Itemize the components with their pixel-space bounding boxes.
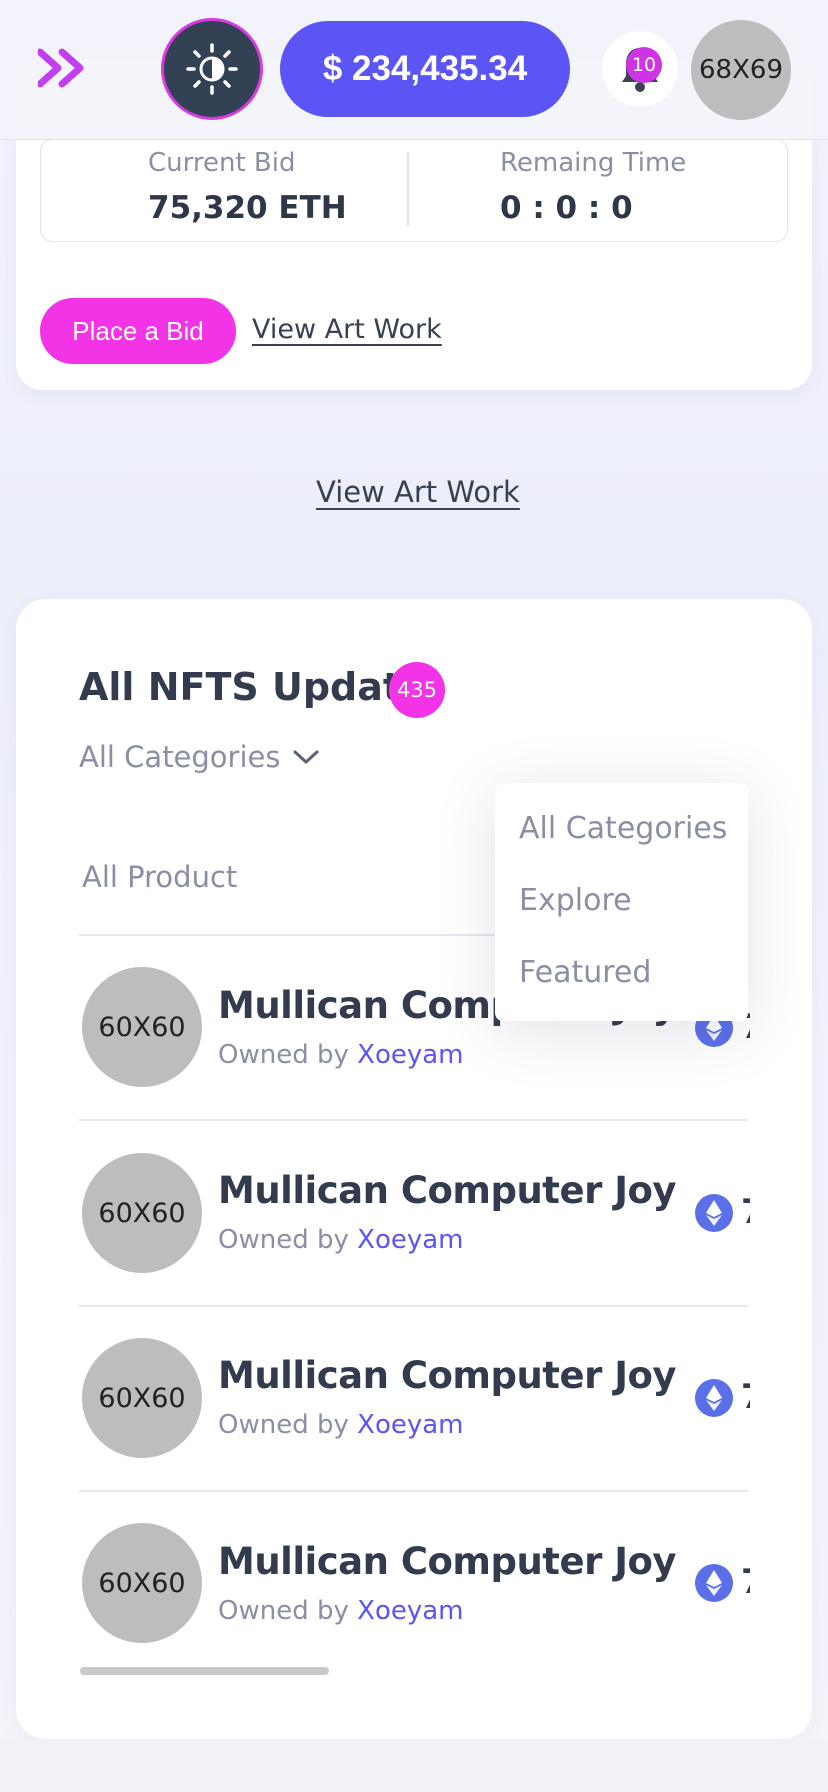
nft-owner-line: Owned by Xoeyam (218, 1596, 464, 1626)
nft-owner-line: Owned by Xoeyam (218, 1410, 464, 1440)
owner-link[interactable]: Xoeyam (357, 1225, 463, 1255)
remaining-time-value: 0 : 0 : 0 (500, 190, 633, 226)
nft-name: Mullican Computer Joy (218, 1354, 677, 1397)
tab-all-product[interactable]: All Product (82, 860, 237, 894)
nft-price: 7 (741, 1562, 750, 1602)
owner-link[interactable]: Xoeyam (357, 1040, 463, 1070)
nft-count-badge: 435 (389, 662, 445, 718)
owner-link[interactable]: Xoeyam (357, 1596, 463, 1626)
view-art-work-center-link[interactable]: View Art Work (316, 475, 520, 509)
nft-section-title: All NFTS Update (79, 665, 427, 709)
view-art-work-link[interactable]: View Art Work (252, 314, 442, 345)
wallet-balance-button[interactable]: $ 234,435.34 (280, 21, 570, 117)
category-dropdown-menu: All Categories Explore Featured (495, 783, 748, 1021)
horizontal-scrollbar[interactable] (80, 1667, 329, 1675)
dropdown-option-featured[interactable]: Featured (519, 955, 651, 990)
category-select[interactable]: All Categories (79, 740, 319, 774)
nft-owner-line: Owned by Xoeyam (218, 1040, 464, 1070)
nft-avatar: 60X60 (82, 1338, 202, 1458)
place-bid-button[interactable]: Place a Bid (40, 298, 236, 364)
nft-avatar: 60X60 (82, 1523, 202, 1643)
top-header: $ 234,435.34 10 68X69 (0, 0, 828, 140)
owner-link[interactable]: Xoeyam (357, 1410, 463, 1440)
row-divider (79, 1490, 748, 1492)
nft-price: 7 (741, 1192, 750, 1232)
dropdown-option-all-categories[interactable]: All Categories (519, 811, 727, 846)
nft-price: 7 (741, 1377, 750, 1417)
row-divider (79, 1119, 748, 1121)
bottom-area (0, 1740, 828, 1792)
owned-by-label: Owned by (218, 1040, 349, 1070)
bid-divider (407, 152, 409, 226)
category-select-label: All Categories (79, 740, 281, 774)
nft-name: Mullican Computer Joy (218, 1540, 677, 1583)
ethereum-icon (695, 1194, 733, 1232)
chevrons-right-icon[interactable] (38, 48, 92, 88)
notification-count-badge: 10 (626, 47, 662, 83)
current-bid-value: 75,320 ETH (148, 190, 347, 226)
current-bid-label: Current Bid (148, 148, 296, 178)
ethereum-icon (695, 1379, 733, 1417)
ethereum-icon (695, 1564, 733, 1602)
remaining-time-label: Remaing Time (500, 148, 687, 178)
nft-avatar: 60X60 (82, 967, 202, 1087)
chevron-down-icon (293, 750, 318, 764)
user-avatar[interactable]: 68X69 (691, 20, 791, 120)
dropdown-option-explore[interactable]: Explore (519, 883, 632, 918)
owned-by-label: Owned by (218, 1410, 349, 1440)
owned-by-label: Owned by (218, 1596, 349, 1626)
nft-owner-line: Owned by Xoeyam (218, 1225, 464, 1255)
row-divider (79, 1305, 748, 1307)
nft-avatar: 60X60 (82, 1153, 202, 1273)
sun-icon (186, 43, 238, 95)
owned-by-label: Owned by (218, 1225, 349, 1255)
nft-name: Mullican Computer Joy (218, 1169, 677, 1212)
theme-toggle-button[interactable] (161, 18, 263, 120)
